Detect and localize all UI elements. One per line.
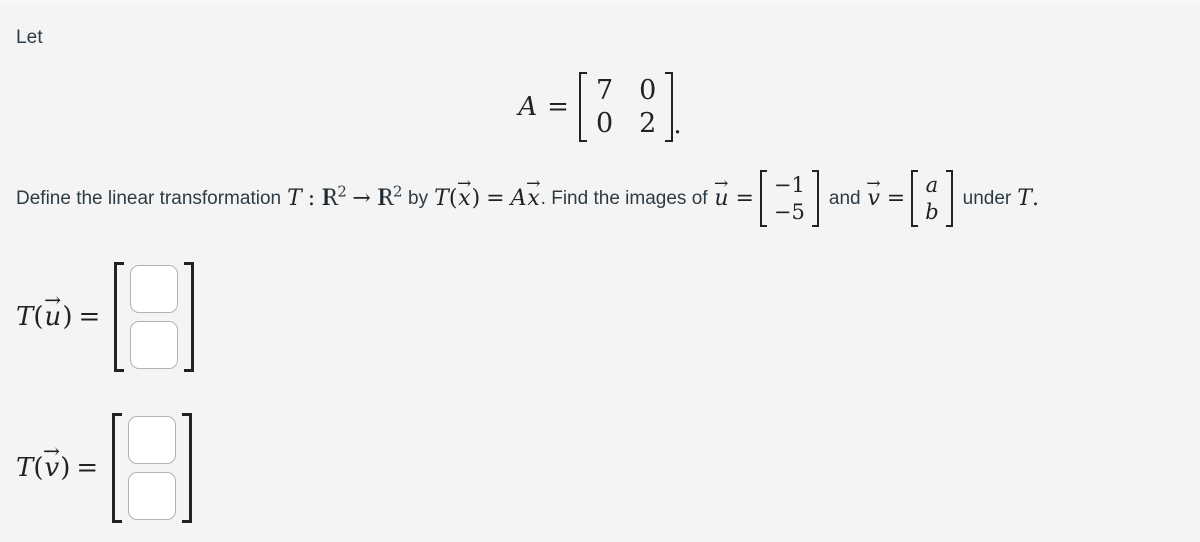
vector-u-entry: −1 bbox=[773, 173, 805, 197]
bracket-right-icon bbox=[182, 413, 193, 523]
bracket-left-icon bbox=[112, 413, 123, 523]
vector-v-symbol: → v bbox=[866, 175, 881, 212]
matrix-a-cell: 7 bbox=[595, 75, 614, 106]
closing-period: . bbox=[1031, 185, 1039, 211]
vector-u-entry: −5 bbox=[773, 200, 805, 224]
map-rhs-vector: → x bbox=[526, 175, 541, 212]
vector-v-grid: a b bbox=[918, 170, 945, 227]
answer-label-tv: T(→ v) = bbox=[16, 441, 99, 483]
answer-matrix-tv bbox=[112, 413, 193, 523]
vector-v-equals: = bbox=[886, 185, 906, 211]
domain-exponent: 2 bbox=[337, 182, 347, 201]
conjunction-and: and bbox=[828, 187, 861, 209]
matrix-definition-line: A = 7 0 0 2 . bbox=[0, 72, 1200, 142]
matrix-a-period: . bbox=[673, 110, 682, 140]
bracket-left-icon bbox=[759, 170, 767, 227]
map-lhs-function: T bbox=[434, 185, 449, 211]
intro-text: Let bbox=[16, 27, 43, 48]
answer-row-tv: T(→ v) = bbox=[16, 413, 193, 523]
matrix-a-cell: 0 bbox=[639, 75, 657, 106]
problem-statement: Define the linear transformation T : R I… bbox=[16, 170, 1039, 227]
bracket-right-icon bbox=[811, 170, 819, 227]
answer-input-tu-row1[interactable] bbox=[130, 265, 179, 313]
bracket-right-icon bbox=[184, 262, 195, 372]
problem-part-2: by bbox=[408, 187, 429, 209]
map-lhs-argument: → x bbox=[457, 175, 471, 212]
answer-input-tv-row2[interactable] bbox=[128, 472, 177, 520]
map-rhs-vector-letter: x bbox=[527, 185, 540, 211]
answer-label-argument-letter: u bbox=[44, 302, 62, 332]
matrix-a-name: A bbox=[518, 92, 538, 122]
bracket-left-icon bbox=[578, 72, 587, 142]
paren-open: ( bbox=[33, 302, 44, 332]
matrix-a-brackets: 7 0 0 2 bbox=[578, 72, 674, 142]
transformation-symbol: T bbox=[287, 185, 302, 211]
vector-u-symbol: → u bbox=[714, 175, 730, 212]
map-equals: = bbox=[486, 185, 505, 211]
vector-v-value: a b bbox=[911, 170, 953, 227]
bracket-left-icon bbox=[114, 262, 125, 372]
domain-symbol: R I 2 bbox=[321, 184, 347, 212]
answer-label-tu: T(→ u) = bbox=[16, 290, 101, 332]
paren-close: ) bbox=[62, 302, 73, 332]
answer-input-tv-row1[interactable] bbox=[128, 416, 177, 464]
vector-v-entry: b bbox=[925, 200, 939, 224]
answer-label-equals: = bbox=[78, 302, 101, 332]
colon-symbol: : bbox=[307, 185, 316, 211]
problem-part-3: . Find the images of bbox=[540, 187, 708, 209]
problem-part-4: under bbox=[962, 187, 1012, 209]
answer-input-tu-row2[interactable] bbox=[130, 321, 179, 369]
codomain-exponent: 2 bbox=[392, 182, 403, 201]
codomain-symbol: R I 2 bbox=[377, 184, 403, 212]
matrix-a-cell: 0 bbox=[595, 108, 614, 139]
answer-label-argument: → v bbox=[43, 441, 61, 483]
paren-close: ) bbox=[471, 185, 481, 211]
domain-double-stroke: I bbox=[322, 185, 331, 211]
bracket-left-icon bbox=[911, 170, 919, 227]
matrix-a-cell: 2 bbox=[639, 108, 657, 139]
vector-u-value: −1 −5 bbox=[759, 170, 819, 227]
vector-v-letter: v bbox=[867, 185, 880, 211]
top-edge-strip bbox=[0, 0, 1200, 4]
paren-open: ( bbox=[33, 453, 44, 483]
answer-label-equals: = bbox=[76, 453, 99, 483]
paren-open: ( bbox=[448, 185, 458, 211]
problem-part-1: Define the linear transformation bbox=[16, 187, 282, 209]
closing-transformation-symbol: T bbox=[1017, 185, 1032, 211]
answer-matrix-tu bbox=[114, 262, 195, 372]
answer-label-function: T bbox=[16, 453, 34, 483]
arrow-icon: → bbox=[352, 185, 371, 211]
vector-u-grid: −1 −5 bbox=[767, 170, 812, 227]
answer-label-function: T bbox=[16, 302, 34, 332]
answer-input-column-tu bbox=[124, 262, 184, 372]
matrix-a-equals: = bbox=[547, 92, 569, 122]
problem-page: Let A = 7 0 0 2 . Define the linear tran… bbox=[0, 0, 1200, 542]
answer-input-column-tv bbox=[122, 413, 182, 523]
paren-close: ) bbox=[60, 453, 71, 483]
map-rhs-matrix: A bbox=[510, 185, 527, 211]
matrix-a-expression: A = 7 0 0 2 . bbox=[518, 72, 682, 142]
answer-label-argument: → u bbox=[44, 290, 63, 332]
vector-v-entry: a bbox=[925, 173, 939, 197]
bracket-right-icon bbox=[945, 170, 953, 227]
vector-u-equals: = bbox=[735, 185, 754, 211]
codomain-double-stroke: I bbox=[377, 185, 387, 211]
answer-row-tu: T(→ u) = bbox=[16, 262, 195, 372]
map-lhs-argument-letter: x bbox=[458, 185, 471, 211]
bracket-right-icon bbox=[665, 72, 674, 142]
matrix-a-grid: 7 0 0 2 bbox=[587, 72, 665, 142]
vector-u-letter: u bbox=[714, 185, 729, 211]
answer-label-argument-letter: v bbox=[44, 453, 60, 483]
